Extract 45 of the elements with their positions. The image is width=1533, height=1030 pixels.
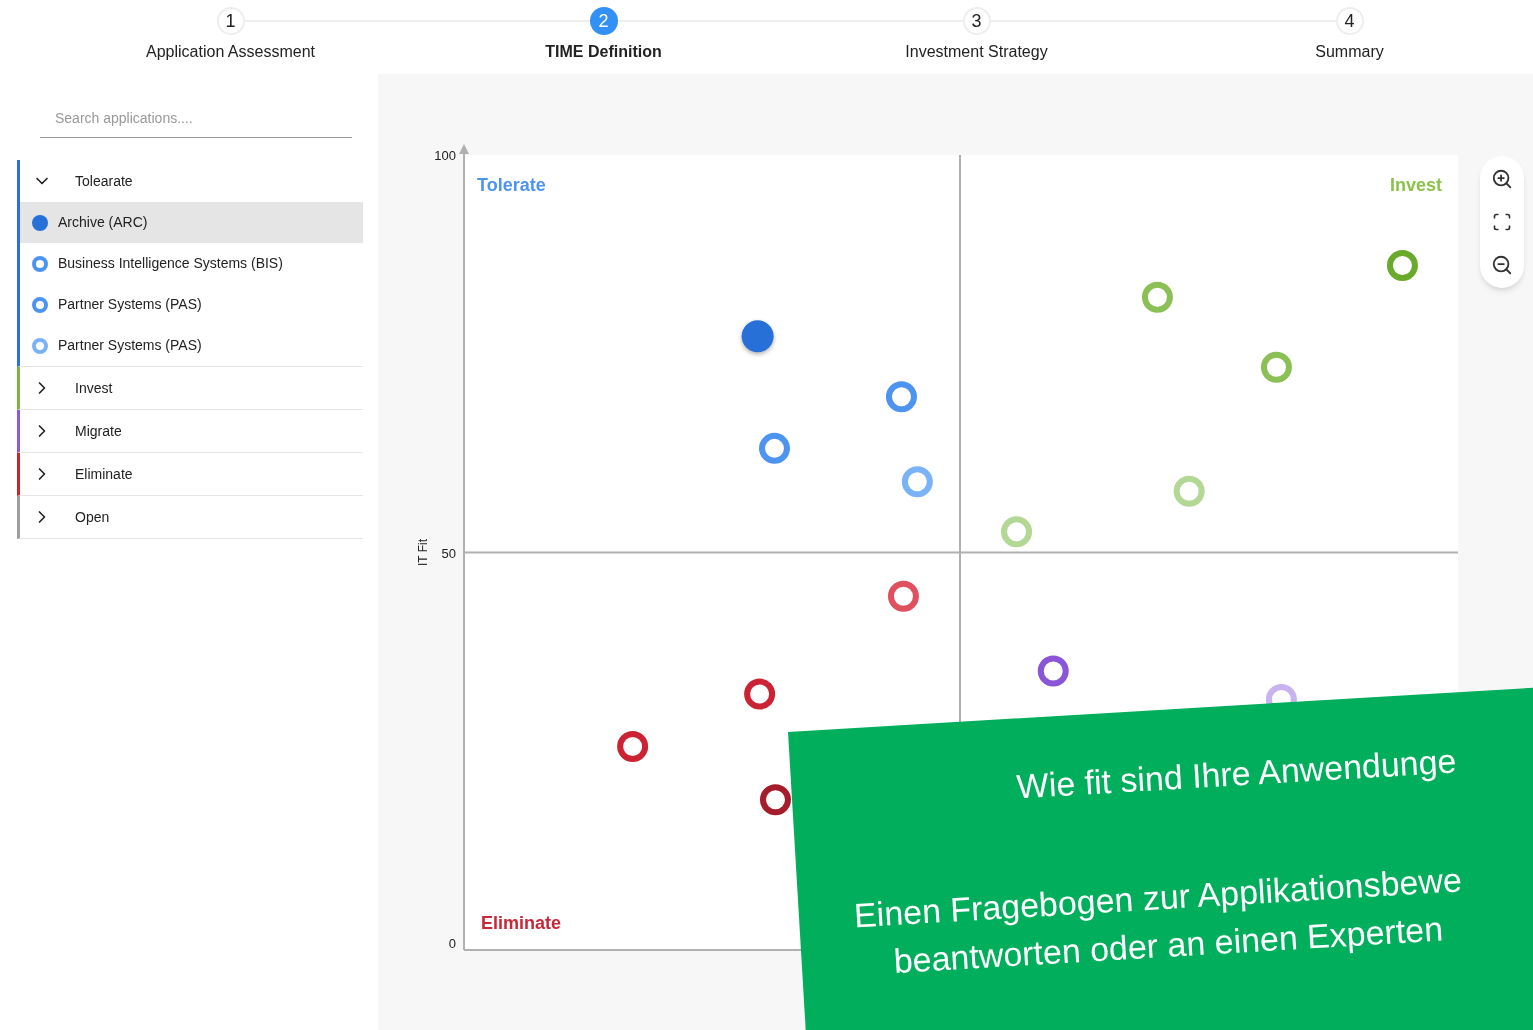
- step-label[interactable]: Application Assessment: [146, 40, 315, 64]
- banner-text: Wie fit sind Ihre Anwendunge: [1015, 742, 1458, 806]
- application-item[interactable]: Partner Systems (PAS): [20, 284, 363, 325]
- ring-data-point[interactable]: [744, 678, 776, 710]
- group-label: Invest: [75, 378, 113, 398]
- search-field[interactable]: Search applications....: [40, 98, 352, 138]
- quadrant-label: Eliminate: [481, 913, 562, 933]
- application-label: Archive (ARC): [58, 213, 148, 232]
- application-label: Partner Systems (PAS): [58, 295, 202, 314]
- group-header[interactable]: Eliminate: [20, 453, 363, 495]
- y-tick-label: 100: [434, 148, 456, 163]
- step-number[interactable]: 3: [962, 7, 991, 35]
- y-axis-label: IT Fit: [416, 538, 430, 567]
- step-label[interactable]: Investment Strategy: [905, 40, 1048, 64]
- application-label: Business Intelligence Systems (BIS): [58, 254, 283, 273]
- step-number[interactable]: 4: [1335, 7, 1364, 35]
- y-tick-label: 0: [448, 936, 456, 951]
- zoom-reset-icon[interactable]: [1492, 212, 1512, 232]
- application-item[interactable]: Partner Systems (PAS): [20, 325, 363, 366]
- ring-data-point[interactable]: [760, 784, 791, 816]
- ring-data-point[interactable]: [759, 432, 790, 464]
- y-tick-label: 50: [441, 545, 456, 561]
- group-header[interactable]: Tolearate: [20, 160, 363, 202]
- quadrant-label: Invest: [1389, 175, 1442, 195]
- group-label: Migrate: [75, 421, 122, 441]
- ring-data-point[interactable]: [887, 580, 919, 612]
- application-label: Partner Systems (PAS): [58, 336, 202, 355]
- ring-data-point[interactable]: [885, 381, 917, 413]
- filled-data-point[interactable]: [741, 320, 774, 353]
- group-label: Eliminate: [75, 464, 133, 484]
- zoom-in-icon[interactable]: [1491, 168, 1513, 190]
- zoom-out-icon[interactable]: [1491, 254, 1513, 276]
- group-header[interactable]: Invest: [20, 367, 363, 409]
- group-header[interactable]: Migrate: [20, 410, 363, 452]
- ring-data-point[interactable]: [1037, 655, 1069, 687]
- quadrant-label: Tolerate: [477, 175, 546, 195]
- step-label[interactable]: TIME Definition: [545, 40, 662, 64]
- application-item[interactable]: Business Intelligence Systems (BIS): [20, 243, 363, 284]
- application-item[interactable]: Archive (ARC): [20, 202, 363, 243]
- step-number[interactable]: 1: [216, 7, 245, 35]
- group-label: Open: [75, 507, 110, 527]
- ring-data-point[interactable]: [617, 731, 649, 762]
- group-header[interactable]: Open: [20, 496, 363, 538]
- step-label[interactable]: Summary: [1315, 40, 1384, 64]
- group-label: Tolearate: [75, 171, 133, 191]
